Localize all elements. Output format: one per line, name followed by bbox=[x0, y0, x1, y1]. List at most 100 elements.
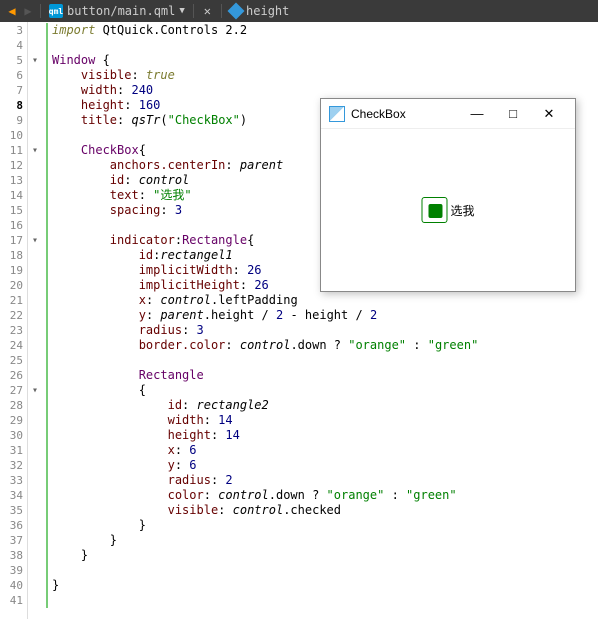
line-number[interactable]: 16 bbox=[0, 218, 23, 233]
line-number[interactable]: 15 bbox=[0, 203, 23, 218]
fold-marker bbox=[28, 173, 42, 188]
code-line[interactable]: Window { bbox=[46, 53, 598, 68]
code-line[interactable] bbox=[46, 593, 598, 608]
code-line[interactable]: { bbox=[46, 383, 598, 398]
fold-marker[interactable]: ▾ bbox=[28, 383, 42, 398]
fold-column[interactable]: ▾ ▾ ▾ ▾ bbox=[28, 22, 42, 619]
code-line[interactable]: radius: 3 bbox=[46, 323, 598, 338]
line-number[interactable]: 36 bbox=[0, 518, 23, 533]
code-line[interactable]: color: control.down ? "orange" : "green" bbox=[46, 488, 598, 503]
fold-marker[interactable]: ▾ bbox=[28, 233, 42, 248]
line-number[interactable]: 33 bbox=[0, 473, 23, 488]
code-line[interactable]: width: 240 bbox=[46, 83, 598, 98]
code-line[interactable] bbox=[46, 563, 598, 578]
line-number[interactable]: 37 bbox=[0, 533, 23, 548]
maximize-button[interactable]: □ bbox=[495, 106, 531, 121]
line-number-gutter[interactable]: 3456789101112131415161718192021222324252… bbox=[0, 22, 28, 619]
line-number[interactable]: 40 bbox=[0, 578, 23, 593]
line-number[interactable]: 25 bbox=[0, 353, 23, 368]
close-button[interactable]: ✕ bbox=[531, 106, 567, 122]
code-line[interactable]: id: rectangle2 bbox=[46, 398, 598, 413]
line-number[interactable]: 35 bbox=[0, 503, 23, 518]
line-number[interactable]: 34 bbox=[0, 488, 23, 503]
fold-marker bbox=[28, 563, 42, 578]
line-number[interactable]: 7 bbox=[0, 83, 23, 98]
line-number[interactable]: 27 bbox=[0, 383, 23, 398]
window-icon bbox=[329, 106, 345, 122]
line-number[interactable]: 22 bbox=[0, 308, 23, 323]
line-number[interactable]: 20 bbox=[0, 278, 23, 293]
code-line[interactable] bbox=[46, 353, 598, 368]
code-line[interactable]: y: 6 bbox=[46, 458, 598, 473]
code-line[interactable]: } bbox=[46, 548, 598, 563]
line-number[interactable]: 32 bbox=[0, 458, 23, 473]
fold-marker bbox=[28, 98, 42, 113]
checkbox-control[interactable]: 选我 bbox=[421, 197, 474, 223]
line-number[interactable]: 5 bbox=[0, 53, 23, 68]
line-number[interactable]: 23 bbox=[0, 323, 23, 338]
code-line[interactable]: } bbox=[46, 533, 598, 548]
code-line[interactable] bbox=[46, 38, 598, 53]
fold-marker bbox=[28, 278, 42, 293]
fold-marker bbox=[28, 428, 42, 443]
code-line[interactable]: y: parent.height / 2 - height / 2 bbox=[46, 308, 598, 323]
line-number[interactable]: 12 bbox=[0, 158, 23, 173]
fold-marker bbox=[28, 578, 42, 593]
code-line[interactable]: } bbox=[46, 578, 598, 593]
line-number[interactable]: 21 bbox=[0, 293, 23, 308]
code-line[interactable]: border.color: control.down ? "orange" : … bbox=[46, 338, 598, 353]
line-number[interactable]: 29 bbox=[0, 413, 23, 428]
fold-marker bbox=[28, 398, 42, 413]
nav-forward-icon[interactable]: ▶ bbox=[20, 4, 36, 18]
line-number[interactable]: 26 bbox=[0, 368, 23, 383]
fold-marker bbox=[28, 338, 42, 353]
window-title: CheckBox bbox=[351, 107, 459, 121]
close-tab-icon[interactable]: ✕ bbox=[204, 4, 211, 18]
fold-marker[interactable]: ▾ bbox=[28, 53, 42, 68]
code-line[interactable]: visible: true bbox=[46, 68, 598, 83]
fold-marker bbox=[28, 458, 42, 473]
code-line[interactable]: Rectangle bbox=[46, 368, 598, 383]
fold-marker bbox=[28, 593, 42, 608]
separator bbox=[221, 4, 222, 18]
line-number[interactable]: 17 bbox=[0, 233, 23, 248]
fold-marker bbox=[28, 308, 42, 323]
line-number[interactable]: 6 bbox=[0, 68, 23, 83]
minimize-button[interactable]: — bbox=[459, 106, 495, 121]
line-number[interactable]: 13 bbox=[0, 173, 23, 188]
line-number[interactable]: 11 bbox=[0, 143, 23, 158]
line-number[interactable]: 10 bbox=[0, 128, 23, 143]
code-line[interactable]: x: 6 bbox=[46, 443, 598, 458]
app-titlebar[interactable]: CheckBox — □ ✕ bbox=[321, 99, 575, 129]
line-number[interactable]: 8 bbox=[0, 98, 23, 113]
code-line[interactable]: import QtQuick.Controls 2.2 bbox=[46, 23, 598, 38]
code-line[interactable]: width: 14 bbox=[46, 413, 598, 428]
line-number[interactable]: 9 bbox=[0, 113, 23, 128]
code-line[interactable]: height: 14 bbox=[46, 428, 598, 443]
code-line[interactable]: x: control.leftPadding bbox=[46, 293, 598, 308]
line-number[interactable]: 28 bbox=[0, 398, 23, 413]
dropdown-icon[interactable]: ▼ bbox=[179, 6, 184, 16]
checkbox-indicator[interactable] bbox=[421, 197, 447, 223]
nav-back-icon[interactable]: ◀ bbox=[4, 4, 20, 18]
line-number[interactable]: 14 bbox=[0, 188, 23, 203]
line-number[interactable]: 3 bbox=[0, 23, 23, 38]
line-number[interactable]: 41 bbox=[0, 593, 23, 608]
separator bbox=[193, 4, 194, 18]
line-number[interactable]: 30 bbox=[0, 428, 23, 443]
line-number[interactable]: 24 bbox=[0, 338, 23, 353]
line-number[interactable]: 4 bbox=[0, 38, 23, 53]
code-line[interactable]: } bbox=[46, 518, 598, 533]
code-line[interactable]: visible: control.checked bbox=[46, 503, 598, 518]
line-number[interactable]: 31 bbox=[0, 443, 23, 458]
code-line[interactable]: radius: 2 bbox=[46, 473, 598, 488]
line-number[interactable]: 19 bbox=[0, 263, 23, 278]
fold-marker[interactable]: ▾ bbox=[28, 143, 42, 158]
line-number[interactable]: 39 bbox=[0, 563, 23, 578]
line-number[interactable]: 18 bbox=[0, 248, 23, 263]
line-number[interactable]: 38 bbox=[0, 548, 23, 563]
member-selector[interactable]: height bbox=[226, 4, 293, 18]
file-tab[interactable]: qml button/main.qml ▼ bbox=[45, 4, 189, 18]
fold-marker bbox=[28, 83, 42, 98]
fold-marker bbox=[28, 23, 42, 38]
